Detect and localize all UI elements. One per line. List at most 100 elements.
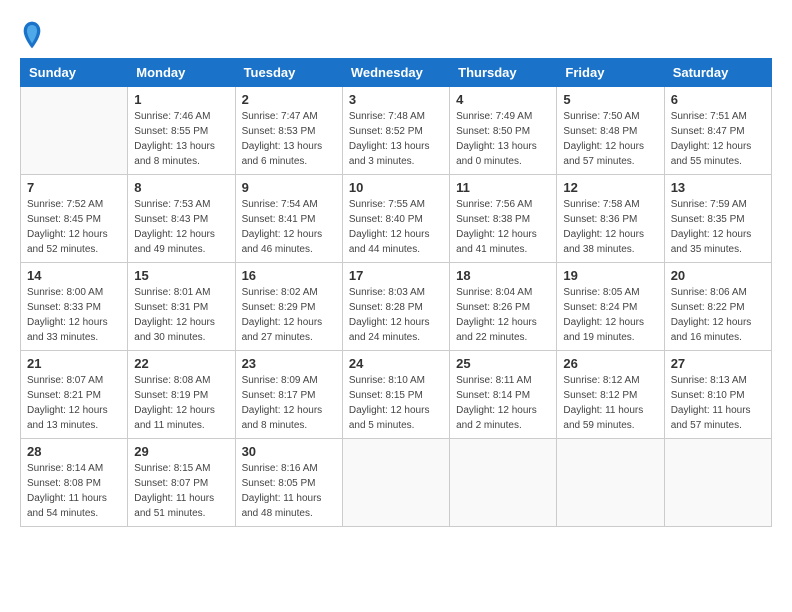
calendar-cell: 13 Sunrise: 7:59 AM Sunset: 8:35 PM Dayli…	[664, 175, 771, 263]
calendar-cell: 11 Sunrise: 7:56 AM Sunset: 8:38 PM Dayli…	[450, 175, 557, 263]
day-info: Sunrise: 7:56 AM Sunset: 8:38 PM Dayligh…	[456, 197, 550, 257]
calendar-cell: 29 Sunrise: 8:15 AM Sunset: 8:07 PM Dayli…	[128, 439, 235, 527]
calendar-table: SundayMondayTuesdayWednesdayThursdayFrid…	[20, 58, 772, 527]
calendar-cell: 25 Sunrise: 8:11 AM Sunset: 8:14 PM Dayli…	[450, 351, 557, 439]
logo	[20, 20, 46, 50]
weekday-header-tuesday: Tuesday	[235, 59, 342, 87]
day-number: 24	[349, 356, 443, 371]
calendar-cell: 10 Sunrise: 7:55 AM Sunset: 8:40 PM Dayli…	[342, 175, 449, 263]
day-info: Sunrise: 8:01 AM Sunset: 8:31 PM Dayligh…	[134, 285, 228, 345]
day-info: Sunrise: 7:48 AM Sunset: 8:52 PM Dayligh…	[349, 109, 443, 169]
day-info: Sunrise: 7:50 AM Sunset: 8:48 PM Dayligh…	[563, 109, 657, 169]
day-number: 4	[456, 92, 550, 107]
day-info: Sunrise: 8:03 AM Sunset: 8:28 PM Dayligh…	[349, 285, 443, 345]
calendar-cell: 26 Sunrise: 8:12 AM Sunset: 8:12 PM Dayli…	[557, 351, 664, 439]
day-info: Sunrise: 8:02 AM Sunset: 8:29 PM Dayligh…	[242, 285, 336, 345]
day-number: 3	[349, 92, 443, 107]
day-info: Sunrise: 7:46 AM Sunset: 8:55 PM Dayligh…	[134, 109, 228, 169]
day-info: Sunrise: 8:16 AM Sunset: 8:05 PM Dayligh…	[242, 461, 336, 521]
day-number: 28	[27, 444, 121, 459]
calendar-cell: 3 Sunrise: 7:48 AM Sunset: 8:52 PM Daylig…	[342, 87, 449, 175]
calendar-cell	[664, 439, 771, 527]
weekday-header-wednesday: Wednesday	[342, 59, 449, 87]
day-number: 27	[671, 356, 765, 371]
calendar-cell: 20 Sunrise: 8:06 AM Sunset: 8:22 PM Dayli…	[664, 263, 771, 351]
day-info: Sunrise: 7:58 AM Sunset: 8:36 PM Dayligh…	[563, 197, 657, 257]
calendar-cell: 30 Sunrise: 8:16 AM Sunset: 8:05 PM Dayli…	[235, 439, 342, 527]
day-number: 11	[456, 180, 550, 195]
day-number: 9	[242, 180, 336, 195]
day-number: 18	[456, 268, 550, 283]
day-info: Sunrise: 8:10 AM Sunset: 8:15 PM Dayligh…	[349, 373, 443, 433]
calendar-cell: 12 Sunrise: 7:58 AM Sunset: 8:36 PM Dayli…	[557, 175, 664, 263]
day-info: Sunrise: 8:14 AM Sunset: 8:08 PM Dayligh…	[27, 461, 121, 521]
day-info: Sunrise: 8:00 AM Sunset: 8:33 PM Dayligh…	[27, 285, 121, 345]
calendar-cell	[342, 439, 449, 527]
day-info: Sunrise: 8:06 AM Sunset: 8:22 PM Dayligh…	[671, 285, 765, 345]
calendar-cell: 28 Sunrise: 8:14 AM Sunset: 8:08 PM Dayli…	[21, 439, 128, 527]
weekday-header-thursday: Thursday	[450, 59, 557, 87]
calendar-cell: 24 Sunrise: 8:10 AM Sunset: 8:15 PM Dayli…	[342, 351, 449, 439]
day-number: 16	[242, 268, 336, 283]
calendar-cell: 14 Sunrise: 8:00 AM Sunset: 8:33 PM Dayli…	[21, 263, 128, 351]
calendar-cell: 16 Sunrise: 8:02 AM Sunset: 8:29 PM Dayli…	[235, 263, 342, 351]
day-info: Sunrise: 7:55 AM Sunset: 8:40 PM Dayligh…	[349, 197, 443, 257]
day-info: Sunrise: 7:52 AM Sunset: 8:45 PM Dayligh…	[27, 197, 121, 257]
day-info: Sunrise: 7:59 AM Sunset: 8:35 PM Dayligh…	[671, 197, 765, 257]
calendar-cell: 5Sunrise: 7:50 AM Sunset: 8:48 PM Daylig…	[557, 87, 664, 175]
calendar-cell: 27 Sunrise: 8:13 AM Sunset: 8:10 PM Dayli…	[664, 351, 771, 439]
calendar-cell: 17 Sunrise: 8:03 AM Sunset: 8:28 PM Dayli…	[342, 263, 449, 351]
day-number: 17	[349, 268, 443, 283]
day-info: Sunrise: 8:04 AM Sunset: 8:26 PM Dayligh…	[456, 285, 550, 345]
calendar-cell: 2 Sunrise: 7:47 AM Sunset: 8:53 PM Daylig…	[235, 87, 342, 175]
day-info: Sunrise: 7:51 AM Sunset: 8:47 PM Dayligh…	[671, 109, 765, 169]
day-number: 23	[242, 356, 336, 371]
day-info: Sunrise: 7:49 AM Sunset: 8:50 PM Dayligh…	[456, 109, 550, 169]
calendar-week-row: 21Sunrise: 8:07 AM Sunset: 8:21 PM Dayli…	[21, 351, 772, 439]
calendar-cell: 9Sunrise: 7:54 AM Sunset: 8:41 PM Daylig…	[235, 175, 342, 263]
calendar-cell: 18 Sunrise: 8:04 AM Sunset: 8:26 PM Dayli…	[450, 263, 557, 351]
calendar-cell: 15 Sunrise: 8:01 AM Sunset: 8:31 PM Dayli…	[128, 263, 235, 351]
day-number: 15	[134, 268, 228, 283]
page-header	[20, 20, 772, 50]
day-number: 12	[563, 180, 657, 195]
calendar-cell	[21, 87, 128, 175]
day-info: Sunrise: 7:53 AM Sunset: 8:43 PM Dayligh…	[134, 197, 228, 257]
day-number: 7	[27, 180, 121, 195]
day-number: 2	[242, 92, 336, 107]
calendar-cell: 21Sunrise: 8:07 AM Sunset: 8:21 PM Dayli…	[21, 351, 128, 439]
weekday-header-row: SundayMondayTuesdayWednesdayThursdayFrid…	[21, 59, 772, 87]
day-number: 1	[134, 92, 228, 107]
day-number: 25	[456, 356, 550, 371]
calendar-week-row: 14 Sunrise: 8:00 AM Sunset: 8:33 PM Dayli…	[21, 263, 772, 351]
weekday-header-friday: Friday	[557, 59, 664, 87]
day-info: Sunrise: 8:15 AM Sunset: 8:07 PM Dayligh…	[134, 461, 228, 521]
day-number: 14	[27, 268, 121, 283]
day-number: 21	[27, 356, 121, 371]
calendar-cell: 22Sunrise: 8:08 AM Sunset: 8:19 PM Dayli…	[128, 351, 235, 439]
calendar-cell: 23 Sunrise: 8:09 AM Sunset: 8:17 PM Dayli…	[235, 351, 342, 439]
day-info: Sunrise: 8:11 AM Sunset: 8:14 PM Dayligh…	[456, 373, 550, 433]
day-number: 26	[563, 356, 657, 371]
day-number: 20	[671, 268, 765, 283]
day-number: 13	[671, 180, 765, 195]
calendar-week-row: 7 Sunrise: 7:52 AM Sunset: 8:45 PM Daylig…	[21, 175, 772, 263]
day-number: 10	[349, 180, 443, 195]
day-info: Sunrise: 8:09 AM Sunset: 8:17 PM Dayligh…	[242, 373, 336, 433]
weekday-header-saturday: Saturday	[664, 59, 771, 87]
calendar-cell	[450, 439, 557, 527]
day-info: Sunrise: 8:13 AM Sunset: 8:10 PM Dayligh…	[671, 373, 765, 433]
calendar-week-row: 1 Sunrise: 7:46 AM Sunset: 8:55 PM Daylig…	[21, 87, 772, 175]
weekday-header-sunday: Sunday	[21, 59, 128, 87]
calendar-week-row: 28 Sunrise: 8:14 AM Sunset: 8:08 PM Dayli…	[21, 439, 772, 527]
calendar-cell: 8Sunrise: 7:53 AM Sunset: 8:43 PM Daylig…	[128, 175, 235, 263]
day-number: 30	[242, 444, 336, 459]
calendar-cell: 4 Sunrise: 7:49 AM Sunset: 8:50 PM Daylig…	[450, 87, 557, 175]
calendar-cell	[557, 439, 664, 527]
day-info: Sunrise: 8:12 AM Sunset: 8:12 PM Dayligh…	[563, 373, 657, 433]
day-number: 29	[134, 444, 228, 459]
day-number: 22	[134, 356, 228, 371]
logo-icon	[20, 20, 44, 50]
day-info: Sunrise: 7:47 AM Sunset: 8:53 PM Dayligh…	[242, 109, 336, 169]
calendar-cell: 1 Sunrise: 7:46 AM Sunset: 8:55 PM Daylig…	[128, 87, 235, 175]
